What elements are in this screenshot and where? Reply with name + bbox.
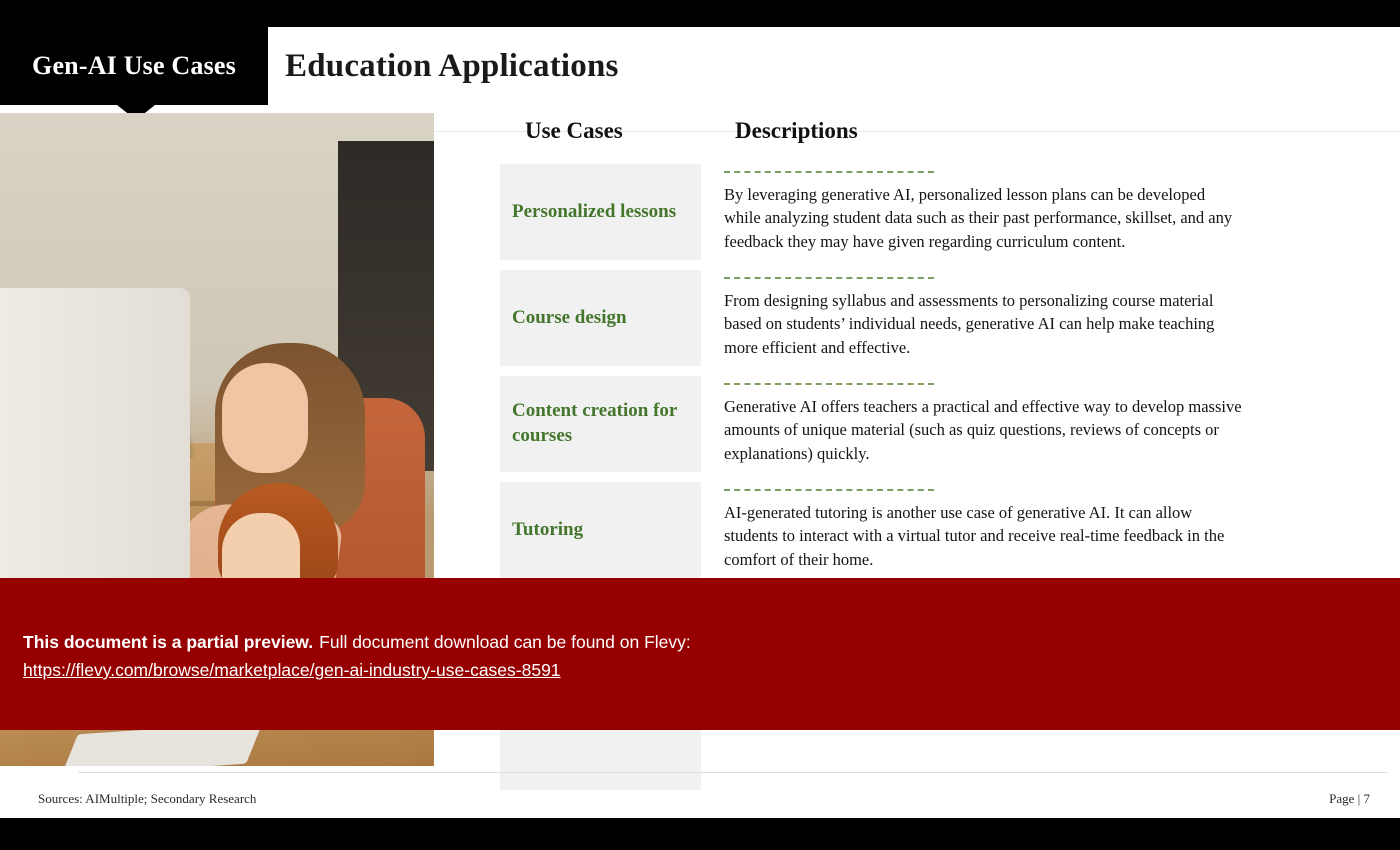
description-cell: From designing syllabus and assessments …	[701, 270, 1268, 366]
table-row[interactable]: Course design From designing syllabus an…	[500, 270, 1268, 366]
page-title: Education Applications	[285, 47, 619, 84]
table-row[interactable]: Personalized lessons By leveraging gener…	[500, 164, 1268, 260]
description-text: AI-generated tutoring is another use cas…	[724, 503, 1225, 569]
description-text: By leveraging generative AI, personalize…	[724, 185, 1233, 251]
preview-banner-url[interactable]: https://flevy.com/browse/marketplace/gen…	[23, 660, 561, 681]
dashed-separator	[724, 489, 934, 491]
description-cell: Generative AI offers teachers a practica…	[701, 376, 1268, 472]
use-case-label: Tutoring	[512, 518, 584, 540]
use-case-cell: Course design	[500, 270, 701, 366]
page-number: Page | 7	[1329, 791, 1370, 806]
description-text: Generative AI offers teachers a practica…	[724, 397, 1242, 463]
table-row[interactable]: Content creation for courses Generative …	[500, 376, 1268, 472]
footer-divider	[78, 772, 1388, 773]
use-case-cell: Tutoring	[500, 482, 701, 578]
dashed-separator	[724, 383, 934, 385]
sources-note: Sources: AIMultiple; Secondary Research	[38, 791, 257, 806]
use-case-cell: Content creation for courses	[500, 376, 701, 472]
preview-banner: This document is a partial preview. Full …	[0, 578, 1400, 730]
dashed-separator	[724, 277, 934, 279]
description-text: From designing syllabus and assessments …	[724, 291, 1215, 357]
use-case-label: Content creation for courses	[512, 400, 677, 446]
table-row[interactable]: Tutoring AI-generated tutoring is anothe…	[500, 482, 1268, 578]
column-header-descriptions: Descriptions	[735, 118, 858, 143]
photo-woman-face	[222, 363, 308, 473]
kicker-tab: Gen-AI Use Cases	[0, 27, 268, 105]
use-case-cell: Personalized lessons	[500, 164, 701, 260]
preview-banner-bold: This document is a partial preview.	[23, 632, 314, 652]
kicker-label: Gen-AI Use Cases	[32, 51, 236, 80]
use-case-label: Personalized lessons	[512, 200, 677, 222]
column-header-use-cases: Use Cases	[525, 118, 623, 143]
description-cell: AI-generated tutoring is another use cas…	[701, 482, 1268, 578]
dashed-separator	[724, 171, 934, 173]
use-case-label: Course design	[512, 306, 627, 328]
preview-banner-rest: Full document download can be found on F…	[319, 632, 691, 652]
description-cell: By leveraging generative AI, personalize…	[701, 164, 1268, 260]
slide-header: Gen-AI Use Cases Education Applications	[0, 27, 1400, 132]
top-black-rail	[0, 0, 1400, 27]
bottom-black-rail	[0, 818, 1400, 850]
table-header-row: Use Cases Descriptions	[500, 118, 1268, 164]
preview-banner-text: This document is a partial preview. Full …	[23, 632, 691, 653]
